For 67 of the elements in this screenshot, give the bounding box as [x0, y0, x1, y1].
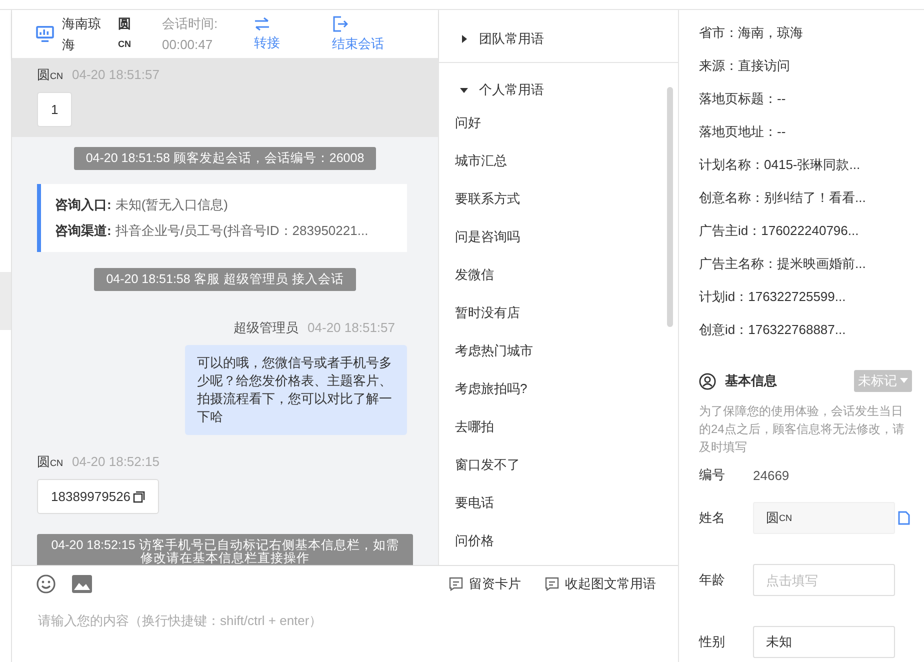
- phrase-item[interactable]: 考虑热门城市: [439, 331, 549, 369]
- message-time: 04-20 18:52:15: [72, 454, 160, 469]
- age-field[interactable]: 点击填写: [753, 564, 895, 596]
- system-notice: 04-20 18:51:58 顾客发起会话，会话编号：26008: [74, 147, 376, 170]
- info-label: 咨询入口:: [55, 197, 112, 212]
- monitor-icon: [36, 26, 54, 42]
- phrase-item[interactable]: 发微信: [439, 255, 510, 293]
- visitor-name: 圆 CN: [118, 15, 132, 51]
- field-label: 年龄: [699, 571, 726, 589]
- visitor-info-line: 来源：直接访问: [699, 57, 791, 75]
- info-value: 抖音企业号/员工号(抖音号ID：283950221...: [115, 223, 368, 238]
- message-time: 04-20 18:51:57: [72, 67, 160, 82]
- field-label: 性别: [699, 633, 726, 651]
- visitor-info-line: 落地页地址：--: [699, 123, 787, 141]
- message-bubble: 18389979526: [37, 479, 159, 514]
- phrase-item[interactable]: 问价格: [439, 521, 510, 559]
- visitor-info-line: 广告主名称：提米映画婚前...: [699, 255, 867, 273]
- phrase-item[interactable]: 问是咨询吗: [439, 217, 536, 255]
- system-notice: 04-20 18:51:58 客服 超级管理员 接入会话: [94, 268, 356, 291]
- visitor-info-line: 创意名称：别纠结了！看看...: [699, 189, 867, 207]
- user-icon: [699, 372, 716, 390]
- message-bubble: 可以的哦，您微信号或者手机号多少呢？给您发价格表、主题客片、拍摄流程看下，您可以对比了解一下哈: [185, 345, 407, 435]
- phrase-item[interactable]: 要电话: [439, 483, 510, 521]
- sender-name: 圆CN: [37, 66, 63, 84]
- phrase-item[interactable]: 城市汇总: [439, 141, 523, 179]
- info-value: 未知(暂无入口信息): [115, 197, 228, 212]
- composer-action[interactable]: 留资卡片: [449, 575, 521, 593]
- gender-select[interactable]: 未知: [753, 626, 895, 658]
- phrase-item[interactable]: 要联系方式: [439, 179, 536, 217]
- visitor-info-line: 创意id：176322768887...: [699, 321, 847, 339]
- notice-text: 为了保障您的使用体验，会话发生当日的24点之后，顾客信息将无法修改，请及时填写: [699, 403, 906, 456]
- caret-icon: [459, 85, 469, 95]
- visitor-info-line: 省市：海南，琼海: [699, 24, 804, 42]
- message-icon: [545, 577, 559, 591]
- exit-icon: [332, 16, 348, 32]
- image-icon[interactable]: [72, 575, 92, 593]
- phrase-group-toggle[interactable]: 团队常用语: [439, 10, 564, 58]
- channel-name: 海南琼海: [62, 15, 102, 54]
- message-bubble: 1: [37, 92, 72, 127]
- section-title: 基本信息: [725, 372, 777, 390]
- caret-icon: [459, 34, 469, 44]
- info-label: 咨询渠道:: [55, 223, 112, 238]
- emoji-icon[interactable]: [36, 574, 56, 594]
- visitor-info-line: 计划id：176322725599...: [699, 288, 847, 306]
- field-value: 24669: [753, 468, 790, 482]
- phrase-item[interactable]: 窗口发不了: [439, 445, 536, 483]
- visitor-info-line: 计划名称：0415-张琳同款...: [699, 156, 862, 174]
- phrase-item[interactable]: 暂时没有店: [439, 293, 536, 331]
- swap-arrows-icon: [254, 16, 270, 30]
- phrase-item[interactable]: 考虑旅拍吗?: [439, 369, 544, 407]
- system-notice: 04-20 18:52:15 访客手机号已自动标记右侧基本信息栏，如需修改请在基本信息栏直接操作: [37, 534, 413, 565]
- session-time: 会话时间: 00:00:47: [162, 15, 219, 54]
- copy-icon[interactable]: [132, 490, 145, 502]
- document-icon[interactable]: [898, 511, 910, 525]
- phrase-item[interactable]: 去哪拍: [439, 407, 510, 445]
- field-label: 编号: [699, 466, 726, 484]
- message-icon: [449, 577, 463, 591]
- field-label: 姓名: [699, 509, 726, 527]
- sender-name: 超级管理员: [234, 319, 299, 337]
- visitor-info-line: 广告主id：176022240796...: [699, 222, 860, 240]
- name-field[interactable]: 圆CN: [753, 502, 895, 534]
- scrollbar[interactable]: [667, 87, 673, 327]
- message-time: 04-20 18:51:57: [308, 320, 395, 335]
- visitor-info-line: 落地页标题：--: [699, 90, 787, 108]
- caret-icon: [900, 378, 908, 384]
- composer-action[interactable]: 收起图文常用语: [545, 575, 656, 593]
- sender-name: 圆CN: [37, 453, 63, 471]
